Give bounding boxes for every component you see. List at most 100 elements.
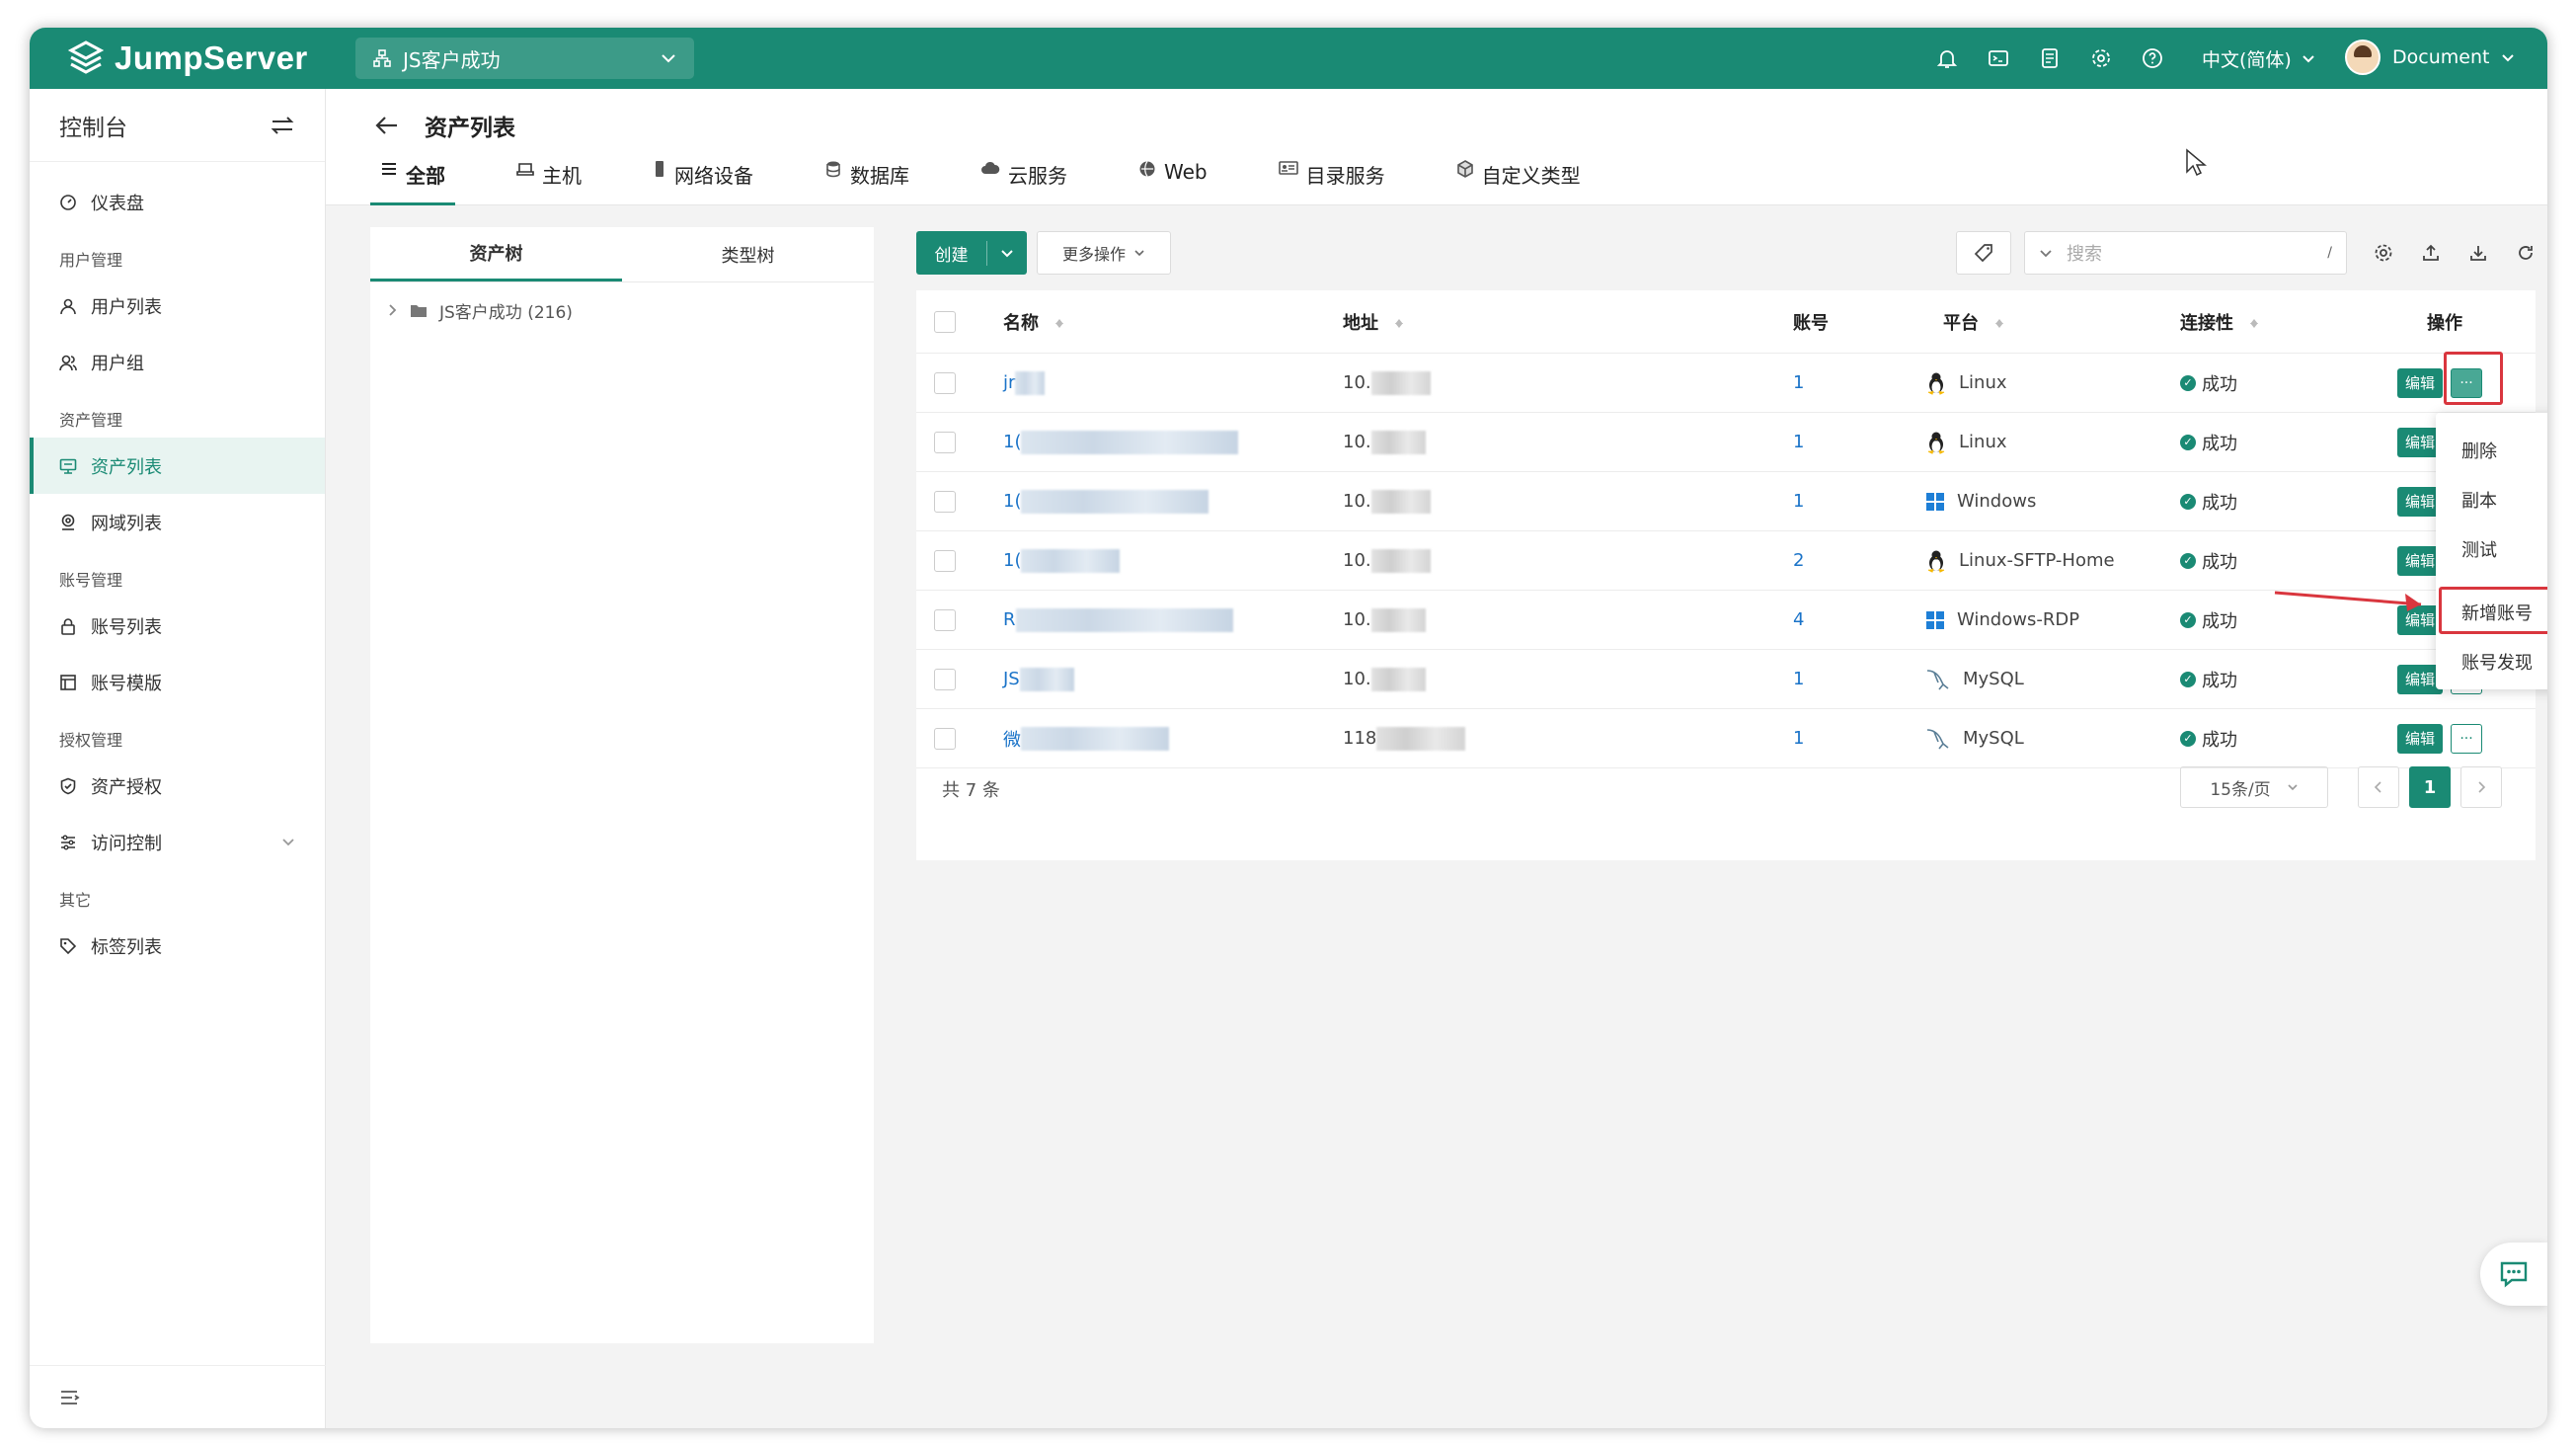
sidebar-item-account-template[interactable]: 账号模版 (30, 654, 325, 710)
menu-item-account-discovery[interactable]: 账号发现 (2436, 638, 2547, 685)
notification-bell-icon[interactable] (1930, 41, 1964, 75)
menu-item-clone[interactable]: 副本 (2436, 476, 2547, 523)
sidebar-item-asset-list[interactable]: 资产列表 (30, 438, 325, 494)
tab-asset-tree[interactable]: 资产树 (370, 227, 622, 281)
account-count-link[interactable]: 1 (1793, 372, 1804, 393)
select-all-checkbox[interactable] (934, 310, 956, 333)
asset-name-link[interactable]: jr (1003, 370, 1046, 395)
more-options-button[interactable]: ··· (2451, 723, 2482, 754)
asset-name-link[interactable]: 1( (1003, 489, 1210, 514)
row-checkbox[interactable] (934, 608, 956, 631)
account-count-link[interactable]: 1 (1793, 669, 1804, 689)
sort-icon[interactable] (1994, 315, 2004, 329)
tab-custom-type[interactable]: 自定义类型 (1446, 156, 1591, 205)
column-header-name[interactable]: 名称 (1003, 309, 1064, 335)
asset-name-link[interactable]: 微 (1003, 726, 1169, 752)
asset-name-link[interactable]: 1( (1003, 430, 1239, 454)
success-check-icon: ✓ (2180, 552, 2196, 569)
sidebar-item-user-list[interactable]: 用户列表 (30, 278, 325, 334)
settings-gear-icon[interactable] (2084, 41, 2118, 75)
search-input[interactable]: 搜索 / (2024, 231, 2347, 275)
upload-icon[interactable] (2411, 231, 2451, 275)
host-icon (516, 163, 534, 176)
chevron-right-icon[interactable] (388, 303, 398, 317)
edit-button[interactable]: 编辑 (2397, 367, 2443, 398)
collapse-menu-icon[interactable] (59, 1389, 81, 1406)
chat-assistant-button[interactable] (2480, 1243, 2547, 1306)
ticket-icon[interactable] (2033, 41, 2067, 75)
row-checkbox[interactable] (934, 549, 956, 572)
create-button[interactable]: 创建 (916, 231, 1027, 275)
row-checkbox[interactable] (934, 727, 956, 750)
sidebar-item-label: 仪表盘 (91, 193, 144, 214)
sidebar-item-asset-permission[interactable]: 资产授权 (30, 758, 325, 814)
prev-page-button[interactable] (2358, 766, 2399, 808)
row-checkbox[interactable] (934, 668, 956, 690)
logo[interactable]: JumpServer (67, 38, 308, 79)
web-terminal-icon[interactable] (1982, 41, 2015, 75)
asset-platform: Windows-RDP (1925, 609, 2079, 630)
refresh-icon[interactable] (2506, 231, 2545, 275)
sidebar-item-zone-list[interactable]: 网域列表 (30, 494, 325, 550)
download-icon[interactable] (2459, 231, 2498, 275)
tab-cloud[interactable]: 云服务 (971, 156, 1077, 205)
column-header-address[interactable]: 地址 (1343, 309, 1404, 335)
folder-icon (411, 304, 427, 317)
row-checkbox[interactable] (934, 371, 956, 394)
sidebar-item-label: 标签列表 (91, 936, 162, 958)
sidebar-item-label-list[interactable]: 标签列表 (30, 918, 325, 974)
row-checkbox[interactable] (934, 431, 956, 453)
more-actions-button[interactable]: 更多操作 (1037, 231, 1171, 275)
back-arrow-icon[interactable] (375, 116, 399, 135)
account-count-link[interactable]: 2 (1793, 550, 1804, 571)
org-selector[interactable]: JS客户成功 (355, 38, 694, 79)
label-filter-button[interactable] (1956, 231, 2011, 275)
menu-item-delete[interactable]: 删除 (2436, 427, 2547, 474)
sidebar-section-account: 账号管理 (59, 571, 123, 590)
sort-icon[interactable] (1054, 315, 1064, 329)
tab-web[interactable]: Web (1129, 156, 1217, 205)
menu-item-test[interactable]: 测试 (2436, 525, 2547, 573)
template-icon (60, 674, 76, 690)
tree-root-node[interactable]: JS客户成功 (216) (370, 282, 874, 338)
sidebar-item-access-control[interactable]: 访问控制 (30, 814, 325, 870)
column-header-connectivity[interactable]: 连接性 (2180, 309, 2259, 335)
account-count-link[interactable]: 4 (1793, 609, 1804, 630)
tab-network-device[interactable]: 网络设备 (643, 156, 763, 205)
tab-host[interactable]: 主机 (507, 156, 591, 205)
page-size-select[interactable]: 15条/页 (2180, 766, 2328, 808)
org-icon (373, 49, 391, 67)
sort-icon[interactable] (2249, 315, 2259, 329)
create-dropdown-toggle[interactable] (987, 249, 1027, 258)
tab-type-tree[interactable]: 类型树 (622, 227, 874, 281)
tab-all[interactable]: 全部 (370, 156, 455, 205)
redacted-text (1370, 667, 1426, 691)
row-checkbox[interactable] (934, 490, 956, 513)
language-selector[interactable]: 中文(简体) (2202, 45, 2315, 72)
sort-icon[interactable] (1394, 315, 1404, 329)
table-footer: 共 7 条 15条/页 1 (916, 755, 2536, 824)
sidebar-item-account-list[interactable]: 账号列表 (30, 598, 325, 654)
switch-view-icon[interactable] (270, 115, 295, 136)
user-menu[interactable]: Document (2345, 40, 2515, 75)
asset-name-link[interactable]: 1( (1003, 548, 1121, 573)
sidebar-section-perm: 授权管理 (59, 731, 123, 750)
account-count-link[interactable]: 1 (1793, 432, 1804, 452)
sidebar-item-user-group[interactable]: 用户组 (30, 334, 325, 390)
account-count-link[interactable]: 1 (1793, 491, 1804, 512)
asset-name-link[interactable]: JS (1003, 667, 1074, 691)
sidebar-item-dashboard[interactable]: 仪表盘 (30, 174, 325, 230)
page-number-button[interactable]: 1 (2409, 766, 2451, 808)
sidebar-item-label: 资产列表 (91, 456, 162, 478)
column-header-platform[interactable]: 平台 (1943, 309, 2004, 335)
account-count-link[interactable]: 1 (1793, 728, 1804, 749)
table-settings-icon[interactable] (2364, 231, 2403, 275)
edit-button[interactable]: 编辑 (2397, 723, 2443, 754)
chevron-down-icon (2303, 55, 2314, 63)
next-page-button[interactable] (2460, 766, 2502, 808)
user-icon (60, 298, 76, 314)
tab-database[interactable]: 数据库 (815, 156, 919, 205)
asset-name-link[interactable]: R (1003, 607, 1233, 632)
tab-directory-service[interactable]: 目录服务 (1269, 156, 1395, 205)
help-icon[interactable] (2136, 41, 2169, 75)
